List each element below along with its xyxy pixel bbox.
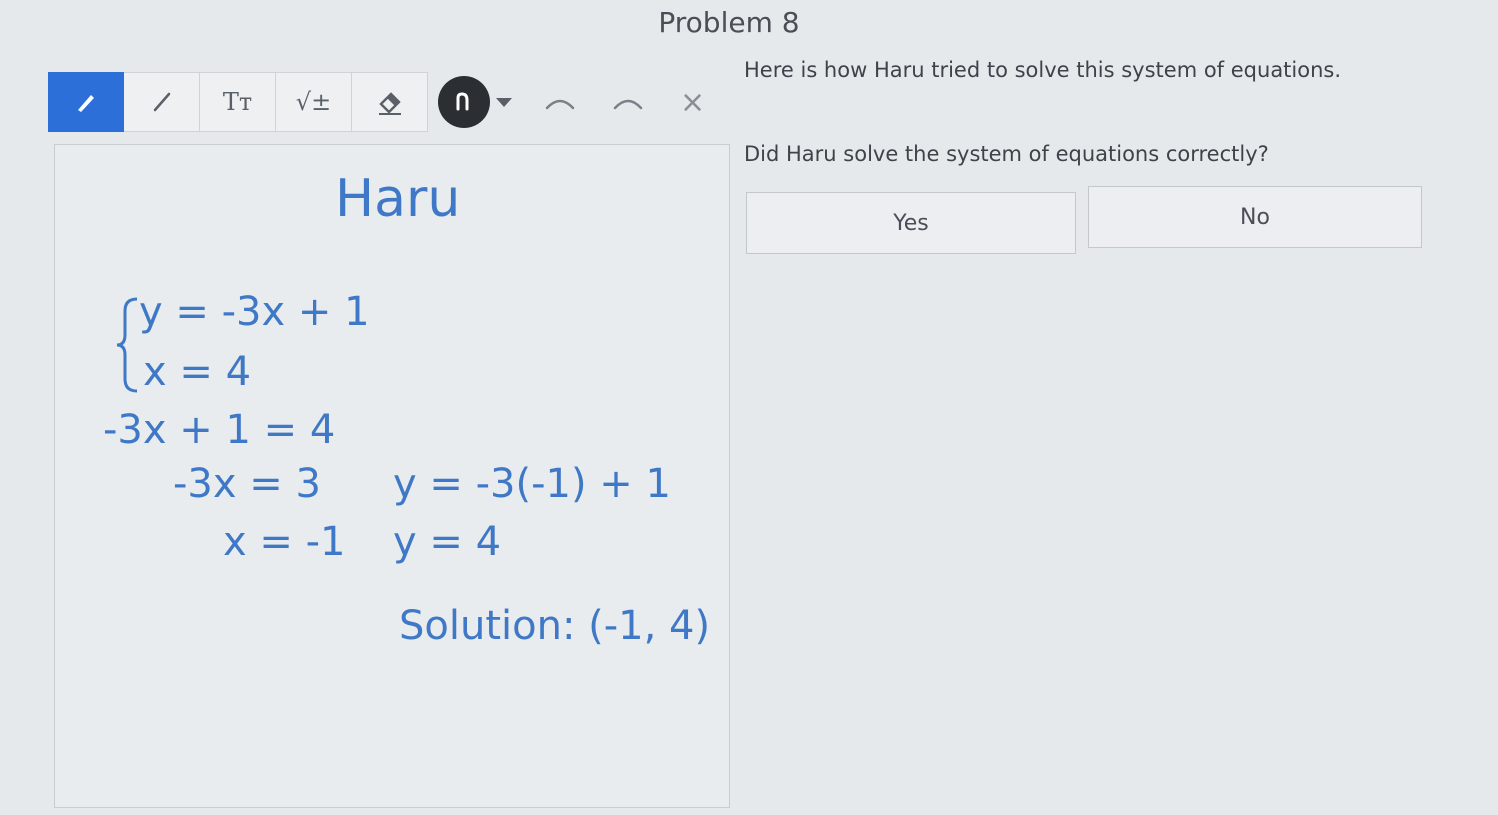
text-tool-button[interactable]: Tт — [200, 72, 276, 132]
text-icon: Tт — [222, 88, 253, 116]
line-tool-button[interactable] — [124, 72, 200, 132]
equation-line: x = -1 — [223, 519, 346, 565]
equation-line: y = -3x + 1 — [139, 289, 370, 335]
undo-icon — [545, 99, 575, 110]
chevron-down-icon[interactable] — [496, 97, 512, 107]
line-icon — [153, 92, 170, 112]
drawing-canvas[interactable]: Haru y = -3x + 1 x = 4 -3x + 1 = 4 -3x =… — [54, 144, 730, 808]
solution-line: Solution: (-1, 4) — [399, 603, 711, 649]
eraser-icon — [378, 92, 401, 115]
pencil-icon — [78, 95, 94, 112]
student-name: Haru — [335, 169, 461, 229]
redo-button[interactable] — [608, 87, 648, 117]
equation-line: x = 4 — [143, 349, 252, 395]
lasso-icon — [456, 92, 469, 111]
no-button[interactable]: No — [1088, 186, 1422, 248]
math-tool-button[interactable]: √± — [276, 72, 352, 132]
eraser-tool-button[interactable] — [352, 72, 428, 132]
drawing-toolbar: Tт √± × — [48, 72, 705, 132]
question-intro: Here is how Haru tried to solve this sys… — [744, 58, 1342, 82]
pen-tool-button[interactable] — [48, 72, 124, 132]
equation-line: y = -3(-1) + 1 — [393, 461, 671, 507]
clear-canvas-button[interactable]: × — [680, 85, 705, 120]
question-prompt: Did Haru solve the system of equations c… — [744, 142, 1269, 166]
equation-line: y = 4 — [393, 519, 502, 565]
redo-icon — [613, 99, 643, 110]
equation-line: -3x + 1 = 4 — [103, 407, 336, 453]
page-title: Problem 8 — [658, 6, 800, 39]
sqrt-icon: √± — [295, 88, 332, 116]
lasso-tool-button[interactable] — [438, 76, 490, 128]
equation-line: -3x = 3 — [173, 461, 321, 507]
undo-button[interactable] — [540, 87, 580, 117]
yes-button[interactable]: Yes — [746, 192, 1076, 254]
